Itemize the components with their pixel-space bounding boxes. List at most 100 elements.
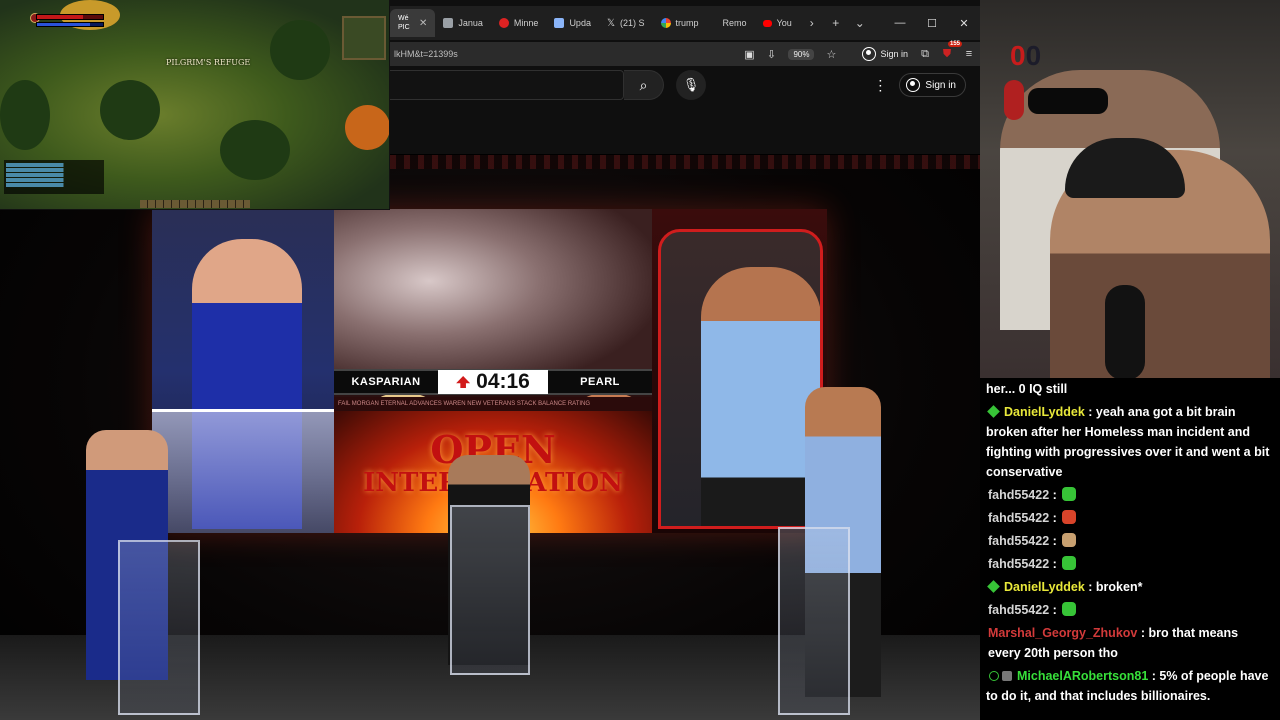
tab-item[interactable]: Upda — [546, 9, 599, 37]
game-chat-log — [4, 160, 104, 194]
browser-menu-icon[interactable]: ≡ — [958, 48, 980, 60]
zoom-level[interactable]: 90% — [788, 48, 815, 60]
vr-visor — [1028, 88, 1108, 114]
address-bar[interactable]: lkHM&t=21399s ▣ ⇩ 90% ☆ Sign in ⧉ ⛊ 155 ≡ — [390, 40, 980, 66]
chat-message: fahd55422 : — [986, 599, 1274, 622]
tab-item[interactable]: Remo — [707, 9, 755, 37]
search-icon[interactable]: ⌕ — [624, 70, 664, 100]
screen-composite: KASPARIAN 04:16 PEARL FAIL MORGAN ETERNA… — [0, 0, 1280, 720]
counter-right: 0 — [1025, 40, 1042, 71]
new-tab-icon[interactable]: + — [824, 16, 848, 30]
tab-item[interactable]: Janua — [435, 9, 491, 37]
save-page-icon[interactable]: ⇩ — [760, 48, 782, 61]
game-tree — [270, 20, 330, 80]
chat-message: Marshal_Georgy_Zhukov : bro that means e… — [986, 622, 1274, 665]
podium-right — [778, 527, 850, 715]
maximize-icon[interactable]: ☐ — [916, 17, 948, 30]
tab-list-chevron-icon[interactable]: ⌄ — [848, 16, 872, 30]
youtube-signin-button[interactable]: Sign in — [899, 73, 966, 97]
chat-username[interactable]: fahd55422 — [988, 534, 1049, 548]
debate-timer: 04:16 — [438, 370, 548, 394]
chat-separator: : — [1049, 603, 1061, 617]
supporter-badge-icon — [987, 580, 1000, 593]
subscriber-badge-icon — [989, 671, 999, 681]
chat-emote-icon — [1062, 556, 1077, 570]
scoreboard-left-name: KASPARIAN — [351, 376, 421, 388]
account-icon — [906, 78, 921, 92]
health-bar — [36, 14, 104, 20]
chat-emote-icon — [1062, 510, 1077, 524]
chat-separator: : — [1049, 557, 1061, 571]
game-overlay: PILGRIM'S REFUGE — [0, 0, 390, 210]
tab-item[interactable]: You — [755, 9, 800, 37]
tab-active[interactable]: Wé PIC ✕ — [390, 9, 436, 37]
chat-emote-icon — [1062, 602, 1077, 616]
screenshot-icon[interactable]: ▣ — [738, 48, 760, 61]
chat-separator: : — [1049, 511, 1061, 525]
minimap[interactable] — [342, 16, 386, 60]
chat-message: MichaelARobertson81 : 5% of people have … — [986, 665, 1274, 708]
tab-label: Minne — [513, 18, 539, 28]
counter-left: 0 — [1010, 40, 1026, 71]
tab-label: Wé PIC — [398, 15, 410, 31]
tab-item[interactable]: trump — [653, 9, 707, 37]
tab-label: trump — [675, 18, 699, 28]
smoke-background — [334, 209, 652, 389]
screen-left-speaker — [152, 209, 334, 533]
youtube-search-input[interactable] — [390, 70, 624, 100]
tab-label: Remo — [722, 18, 747, 28]
chat-username[interactable]: fahd55422 — [988, 488, 1049, 502]
extensions-icon[interactable]: ⧉ — [914, 48, 936, 61]
tab-strip: Wé PIC ✕ Janua Minne Upda 𝕏 (21) S trump … — [390, 6, 980, 40]
url-text[interactable]: lkHM&t=21399s — [394, 49, 458, 59]
chat-username[interactable]: DanielLyddek — [1004, 405, 1085, 419]
scoreboard: KASPARIAN 04:16 PEARL — [334, 369, 652, 395]
game-autumn-tree — [345, 105, 389, 150]
youtube-signin-label: Sign in — [925, 79, 956, 91]
browser-signin-button[interactable]: Sign in — [862, 47, 908, 61]
chat-username[interactable]: fahd55422 — [988, 603, 1049, 617]
notification-count: 155 — [947, 40, 962, 47]
game-tree — [0, 80, 50, 150]
tab-close-icon[interactable]: ✕ — [419, 18, 427, 28]
google-icon — [660, 18, 671, 28]
chat-username[interactable]: DanielLyddek — [1004, 580, 1085, 594]
counter-overlay: 00 — [1010, 40, 1041, 72]
youtube-icon — [762, 19, 772, 27]
skill-hotbar[interactable] — [140, 200, 250, 208]
news-ticker: FAIL MORGAN ETERNAL ADVANCES WAREN NEW V… — [334, 397, 652, 411]
chat-emote-icon — [1062, 533, 1077, 547]
account-icon — [862, 47, 877, 61]
zone-name: PILGRIM'S REFUGE — [166, 58, 251, 67]
tab-label: You — [776, 18, 792, 28]
live-chat: her... 0 IQ still DanielLyddek : yeah ana… — [980, 378, 1280, 720]
chat-message: fahd55422 : — [986, 484, 1274, 507]
chat-separator: : — [1084, 580, 1096, 594]
game-tree — [220, 120, 290, 180]
chat-username[interactable]: MichaelARobertson81 — [1017, 669, 1148, 683]
tab-item[interactable]: Minne — [491, 9, 547, 37]
bookmark-star-icon[interactable]: ☆ — [820, 48, 842, 61]
scroll-tabs-right-icon[interactable]: › — [800, 16, 824, 30]
speaker-frame — [658, 229, 823, 529]
tab-item[interactable]: 𝕏 (21) S — [599, 9, 653, 37]
game-tree — [100, 80, 160, 140]
chat-separator: : — [1137, 626, 1149, 640]
close-window-icon[interactable]: ✕ — [948, 17, 980, 30]
tab-label: (21) S — [620, 18, 645, 28]
browser-window: Wé PIC ✕ Janua Minne Upda 𝕏 (21) S trump … — [390, 0, 980, 155]
chat-username[interactable]: fahd55422 — [988, 511, 1049, 525]
muted-badge-icon — [1002, 671, 1012, 681]
more-options-icon[interactable]: ⋮ — [873, 77, 887, 94]
minimize-icon[interactable]: — — [884, 17, 916, 29]
ublock-shield-icon[interactable]: ⛊ 155 — [936, 40, 962, 61]
chat-username[interactable]: Marshal_Georgy_Zhukov — [988, 626, 1137, 640]
microphone-icon[interactable]: 🎙 — [676, 70, 706, 100]
maple-leaf-icon — [456, 376, 471, 388]
chat-username[interactable]: fahd55422 — [988, 557, 1049, 571]
x-logo-icon: 𝕏 — [606, 17, 616, 29]
chat-message: fahd55422 : — [986, 507, 1274, 530]
chat-emote-icon — [1062, 487, 1077, 501]
tab-label: Upda — [569, 18, 591, 28]
mana-bar — [36, 22, 104, 27]
